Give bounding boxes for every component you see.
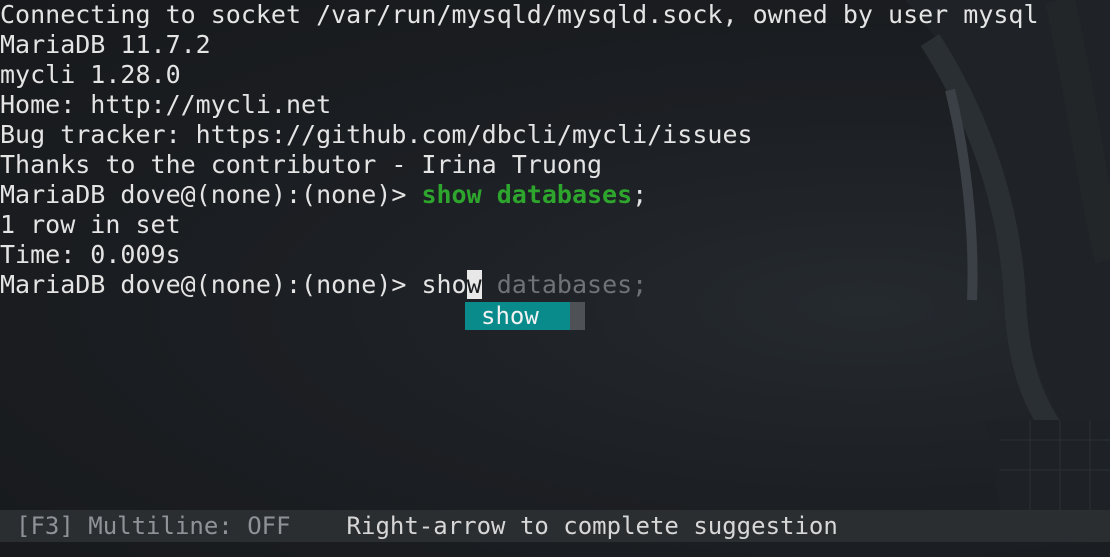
result-rows: 1 row in set xyxy=(0,210,181,239)
prompt: MariaDB dove@(none):(none)> xyxy=(0,270,422,299)
text-cursor[interactable]: w xyxy=(466,270,482,299)
command-text: show databases xyxy=(421,180,633,209)
prompt: MariaDB dove@(none):(none)> xyxy=(0,180,422,209)
typed-input[interactable]: sho xyxy=(421,270,466,299)
output-line-thanks: Thanks to the contributor - Irina Truong xyxy=(0,150,603,179)
terminal-window[interactable]: Connecting to socket /var/run/mysqld/mys… xyxy=(0,0,1110,557)
output-line-mycli-version: mycli 1.28.0 xyxy=(0,60,181,89)
completion-item-show[interactable]: show xyxy=(465,302,570,330)
current-input-line[interactable]: MariaDB dove@(none):(none)> show databas… xyxy=(0,270,647,300)
output-line-socket: Connecting to socket /var/run/mysqld/mys… xyxy=(0,0,1039,29)
multiline-toggle-status[interactable]: [F3] Multiline: OFF xyxy=(0,512,291,540)
completion-menu[interactable]: show xyxy=(465,302,585,330)
bottom-toolbar: [F3] Multiline: OFF Right-arrow to comple… xyxy=(0,510,1110,542)
output-line-home: Home: http://mycli.net xyxy=(0,90,332,119)
output-line-version: MariaDB 11.7.2 xyxy=(0,30,211,59)
result-time: Time: 0.009s xyxy=(0,240,181,269)
command-terminator: ; xyxy=(632,180,648,209)
completion-hint: Right-arrow to complete suggestion xyxy=(346,512,838,540)
history-command-line: MariaDB dove@(none):(none)> show databas… xyxy=(0,180,647,210)
output-line-bug-tracker: Bug tracker: https://github.com/dbcli/my… xyxy=(0,120,753,149)
autosuggestion: databases; xyxy=(481,270,648,299)
completion-scrollbar[interactable] xyxy=(570,302,585,330)
